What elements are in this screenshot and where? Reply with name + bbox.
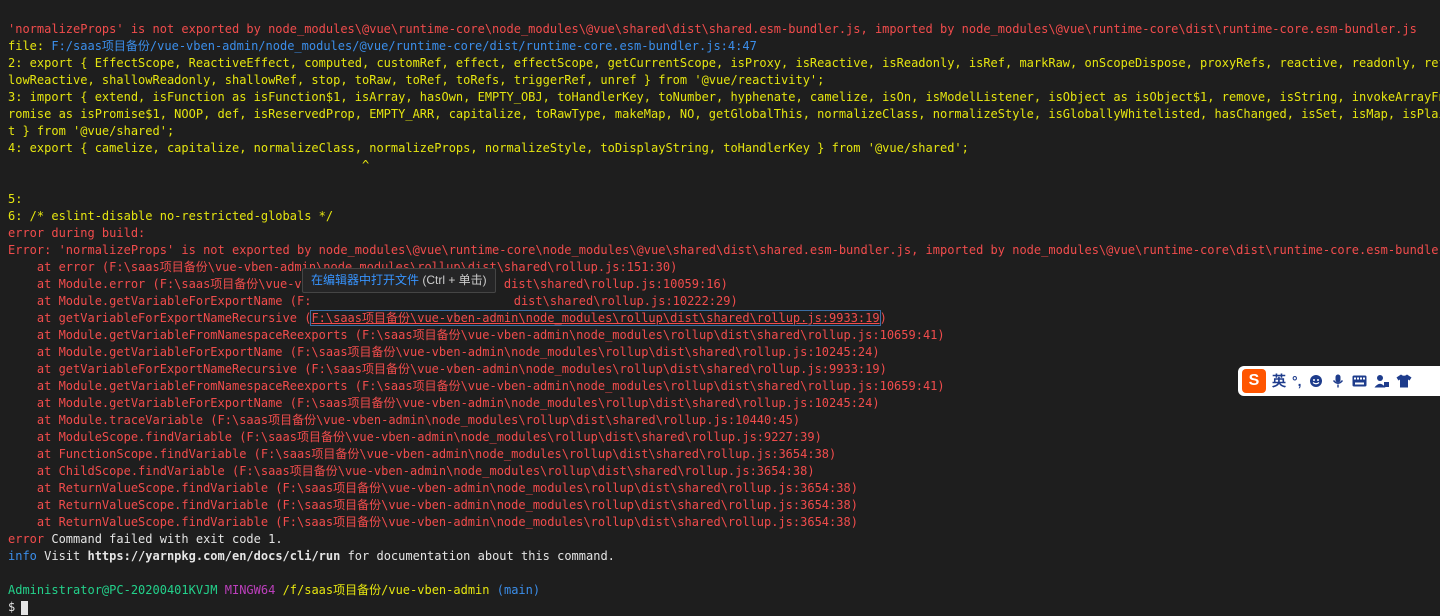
log-line: at Module.getVariableForExportName (F:\s…: [8, 395, 1440, 412]
log-line: at Module.getVariableForExportName (F: d…: [8, 293, 1440, 310]
log-text: error during build:: [8, 226, 146, 240]
prompt-shell: MINGW64: [224, 583, 276, 597]
log-text: at ModuleScope.findVariable (F:\saas项目备份…: [8, 430, 822, 444]
log-line: at error (F:\saas项目备份\vue-vben-admin\nod…: [8, 259, 1440, 276]
log-text: romise as isPromise$1, NOOP, def, isRese…: [8, 107, 1440, 121]
prompt-path: /f/saas项目备份/vue-vben-admin: [282, 583, 490, 597]
log-line: 4: export { camelize, capitalize, normal…: [8, 140, 1440, 157]
log-line: at Module.getVariableFromNamespaceReexpo…: [8, 327, 1440, 344]
log-text: 4: export { camelize, capitalize, normal…: [8, 141, 969, 155]
user-settings-icon[interactable]: [1374, 373, 1390, 389]
microphone-icon[interactable]: [1330, 373, 1346, 389]
log-line: 'normalizeProps' is not exported by node…: [8, 21, 1440, 38]
log-text: Error: 'normalizeProps' is not exported …: [8, 243, 1440, 257]
log-text-after: ): [879, 311, 887, 325]
log-text: 3: import { extend, isFunction as isFunc…: [8, 90, 1440, 104]
log-text: at ChildScope.findVariable (F:\saas项目备份\…: [8, 464, 815, 478]
log-line: at ChildScope.findVariable (F:\saas项目备份\…: [8, 463, 1440, 480]
log-text: file:: [8, 39, 52, 53]
log-text: at Module.getVariableForExportName (F: d…: [8, 294, 738, 308]
prompt-branch: (main): [496, 583, 541, 597]
ime-language-toggle[interactable]: 英: [1272, 371, 1286, 391]
log-line: at getVariableForExportNameRecursive (F:…: [8, 361, 1440, 378]
log-line: file: F:/saas项目备份/vue-vben-admin/node_mo…: [8, 38, 1440, 55]
log-text: at ReturnValueScope.findVariable (F:\saa…: [8, 515, 858, 529]
log-line: lowReactive, shallowReadonly, shallowRef…: [8, 72, 1440, 89]
log-text: lowReactive, shallowReadonly, shallowRef…: [8, 73, 825, 87]
log-line: at Module.error (F:\saas项目备份\vue-v dist\…: [8, 276, 1440, 293]
log-line: at getVariableForExportNameRecursive (F:…: [8, 310, 1440, 327]
terminal-output: 'normalizeProps' is not exported by node…: [8, 21, 1440, 616]
log-text: 'normalizeProps' is not exported by node…: [8, 22, 1417, 36]
log-line: at ReturnValueScope.findVariable (F:\saa…: [8, 514, 1440, 531]
log-line: at ModuleScope.findVariable (F:\saas项目备份…: [8, 429, 1440, 446]
log-text: 5:: [8, 192, 23, 206]
log-text: at FunctionScope.findVariable (F:\saas项目…: [8, 447, 837, 461]
log-line: ^: [8, 157, 1440, 174]
prompt-user: Administrator@PC-20200401KVJM: [8, 583, 218, 597]
error-line: error Command failed with exit code 1.: [8, 531, 1440, 548]
info-url-link[interactable]: https://yarnpkg.com/en/docs/cli/run: [87, 549, 340, 563]
tooltip-hint: (Ctrl + 单击): [419, 273, 487, 287]
open-in-editor-link[interactable]: 在编辑器中打开文件: [311, 273, 419, 287]
info-post: for documentation about this command.: [340, 549, 615, 563]
log-text: at ReturnValueScope.findVariable (F:\saa…: [8, 498, 858, 512]
input-line[interactable]: $: [8, 599, 1440, 616]
text-cursor: [21, 600, 29, 615]
hovered-file-link[interactable]: F:\saas项目备份\vue-vben-admin\node_modules\…: [310, 310, 881, 326]
sogou-logo-icon[interactable]: S: [1242, 369, 1266, 393]
prompt-symbol: $: [8, 600, 16, 614]
log-text: at Module.getVariableForExportName (F:\s…: [8, 345, 880, 359]
log-line: 5:: [8, 191, 1440, 208]
keyboard-icon[interactable]: [1352, 373, 1368, 389]
log-text: at Module.getVariableFromNamespaceReexpo…: [8, 379, 945, 393]
log-text: at Module.traceVariable (F:\saas项目备份\vue…: [8, 413, 801, 427]
log-line: Error: 'normalizeProps' is not exported …: [8, 242, 1440, 259]
skin-shirt-icon[interactable]: [1396, 373, 1412, 389]
log-line: at Module.getVariableFromNamespaceReexpo…: [8, 378, 1440, 395]
log-line: 6: /* eslint-disable no-restricted-globa…: [8, 208, 1440, 225]
info-tag: info: [8, 549, 37, 563]
log-line: at ReturnValueScope.findVariable (F:\saa…: [8, 497, 1440, 514]
log-text: at ReturnValueScope.findVariable (F:\saa…: [8, 481, 858, 495]
emoji-icon[interactable]: [1308, 373, 1324, 389]
log-line: error during build:: [8, 225, 1440, 242]
file-path-link[interactable]: F:/saas项目备份/vue-vben-admin/node_modules/…: [51, 39, 756, 53]
log-text: at getVariableForExportNameRecursive (: [8, 311, 312, 325]
ime-toolbar: S 英 °,: [1238, 366, 1440, 396]
error-tag: error: [8, 532, 45, 546]
log-text: at Module.getVariableFromNamespaceReexpo…: [8, 328, 945, 342]
log-text: 6: /* eslint-disable no-restricted-globa…: [8, 209, 334, 223]
prompt-line: Administrator@PC-20200401KVJM MINGW64 /f…: [8, 582, 1440, 599]
log-text: at getVariableForExportNameRecursive (F:…: [8, 362, 887, 376]
log-line: at FunctionScope.findVariable (F:\saas项目…: [8, 446, 1440, 463]
log-text: at Module.getVariableForExportName (F:\s…: [8, 396, 880, 410]
log-lines: 'normalizeProps' is not exported by node…: [8, 21, 1440, 531]
log-line: 2: export { EffectScope, ReactiveEffect,…: [8, 55, 1440, 72]
log-line: at Module.traceVariable (F:\saas项目备份\vue…: [8, 412, 1440, 429]
log-text: ^: [8, 158, 370, 172]
log-text: 2: export { EffectScope, ReactiveEffect,…: [8, 56, 1440, 70]
log-line: t } from '@vue/shared';: [8, 123, 1440, 140]
log-line: at ReturnValueScope.findVariable (F:\saa…: [8, 480, 1440, 497]
info-line: info Visit https://yarnpkg.com/en/docs/c…: [8, 548, 1440, 565]
log-line: romise as isPromise$1, NOOP, def, isRese…: [8, 106, 1440, 123]
log-line: at Module.getVariableForExportName (F:\s…: [8, 344, 1440, 361]
open-file-tooltip: 在编辑器中打开文件 (Ctrl + 单击): [302, 268, 496, 293]
info-pre: Visit: [36, 549, 88, 563]
error-message: Command failed with exit code 1.: [44, 532, 283, 546]
ime-punctuation-toggle[interactable]: °,: [1292, 373, 1302, 389]
log-text: t } from '@vue/shared';: [8, 124, 175, 138]
log-line: 3: import { extend, isFunction as isFunc…: [8, 89, 1440, 106]
